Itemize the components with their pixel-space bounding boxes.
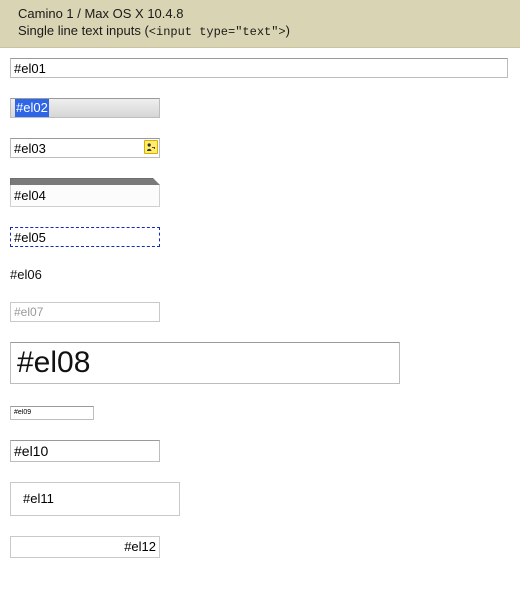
input-el04-topstripe <box>10 178 160 185</box>
subtitle-suffix: ) <box>286 23 290 38</box>
input-el11[interactable] <box>10 482 180 516</box>
input-el03[interactable] <box>10 138 160 158</box>
subtitle-code: <input type="text"> <box>149 25 286 39</box>
input-el12[interactable] <box>10 536 160 558</box>
input-el07[interactable] <box>10 302 160 322</box>
input-el09[interactable] <box>10 406 94 420</box>
content: #el02 #el06 <box>0 48 520 601</box>
input-el06: #el06 <box>10 267 42 282</box>
header-title: Camino 1 / Max OS X 10.4.8 <box>18 6 510 21</box>
header: Camino 1 / Max OS X 10.4.8 Single line t… <box>0 0 520 48</box>
input-el05[interactable] <box>10 227 160 247</box>
person-key-icon[interactable] <box>144 140 158 154</box>
input-el02-selection: #el02 <box>15 99 49 117</box>
input-el02[interactable]: #el02 <box>10 98 160 118</box>
input-el10[interactable] <box>10 440 160 462</box>
input-el08[interactable] <box>10 342 400 384</box>
header-subtitle: Single line text inputs (<input type="te… <box>18 23 510 39</box>
input-el01[interactable] <box>10 58 508 78</box>
subtitle-prefix: Single line text inputs ( <box>18 23 149 38</box>
input-el04[interactable] <box>10 185 160 207</box>
input-el04-wrap <box>10 178 160 207</box>
